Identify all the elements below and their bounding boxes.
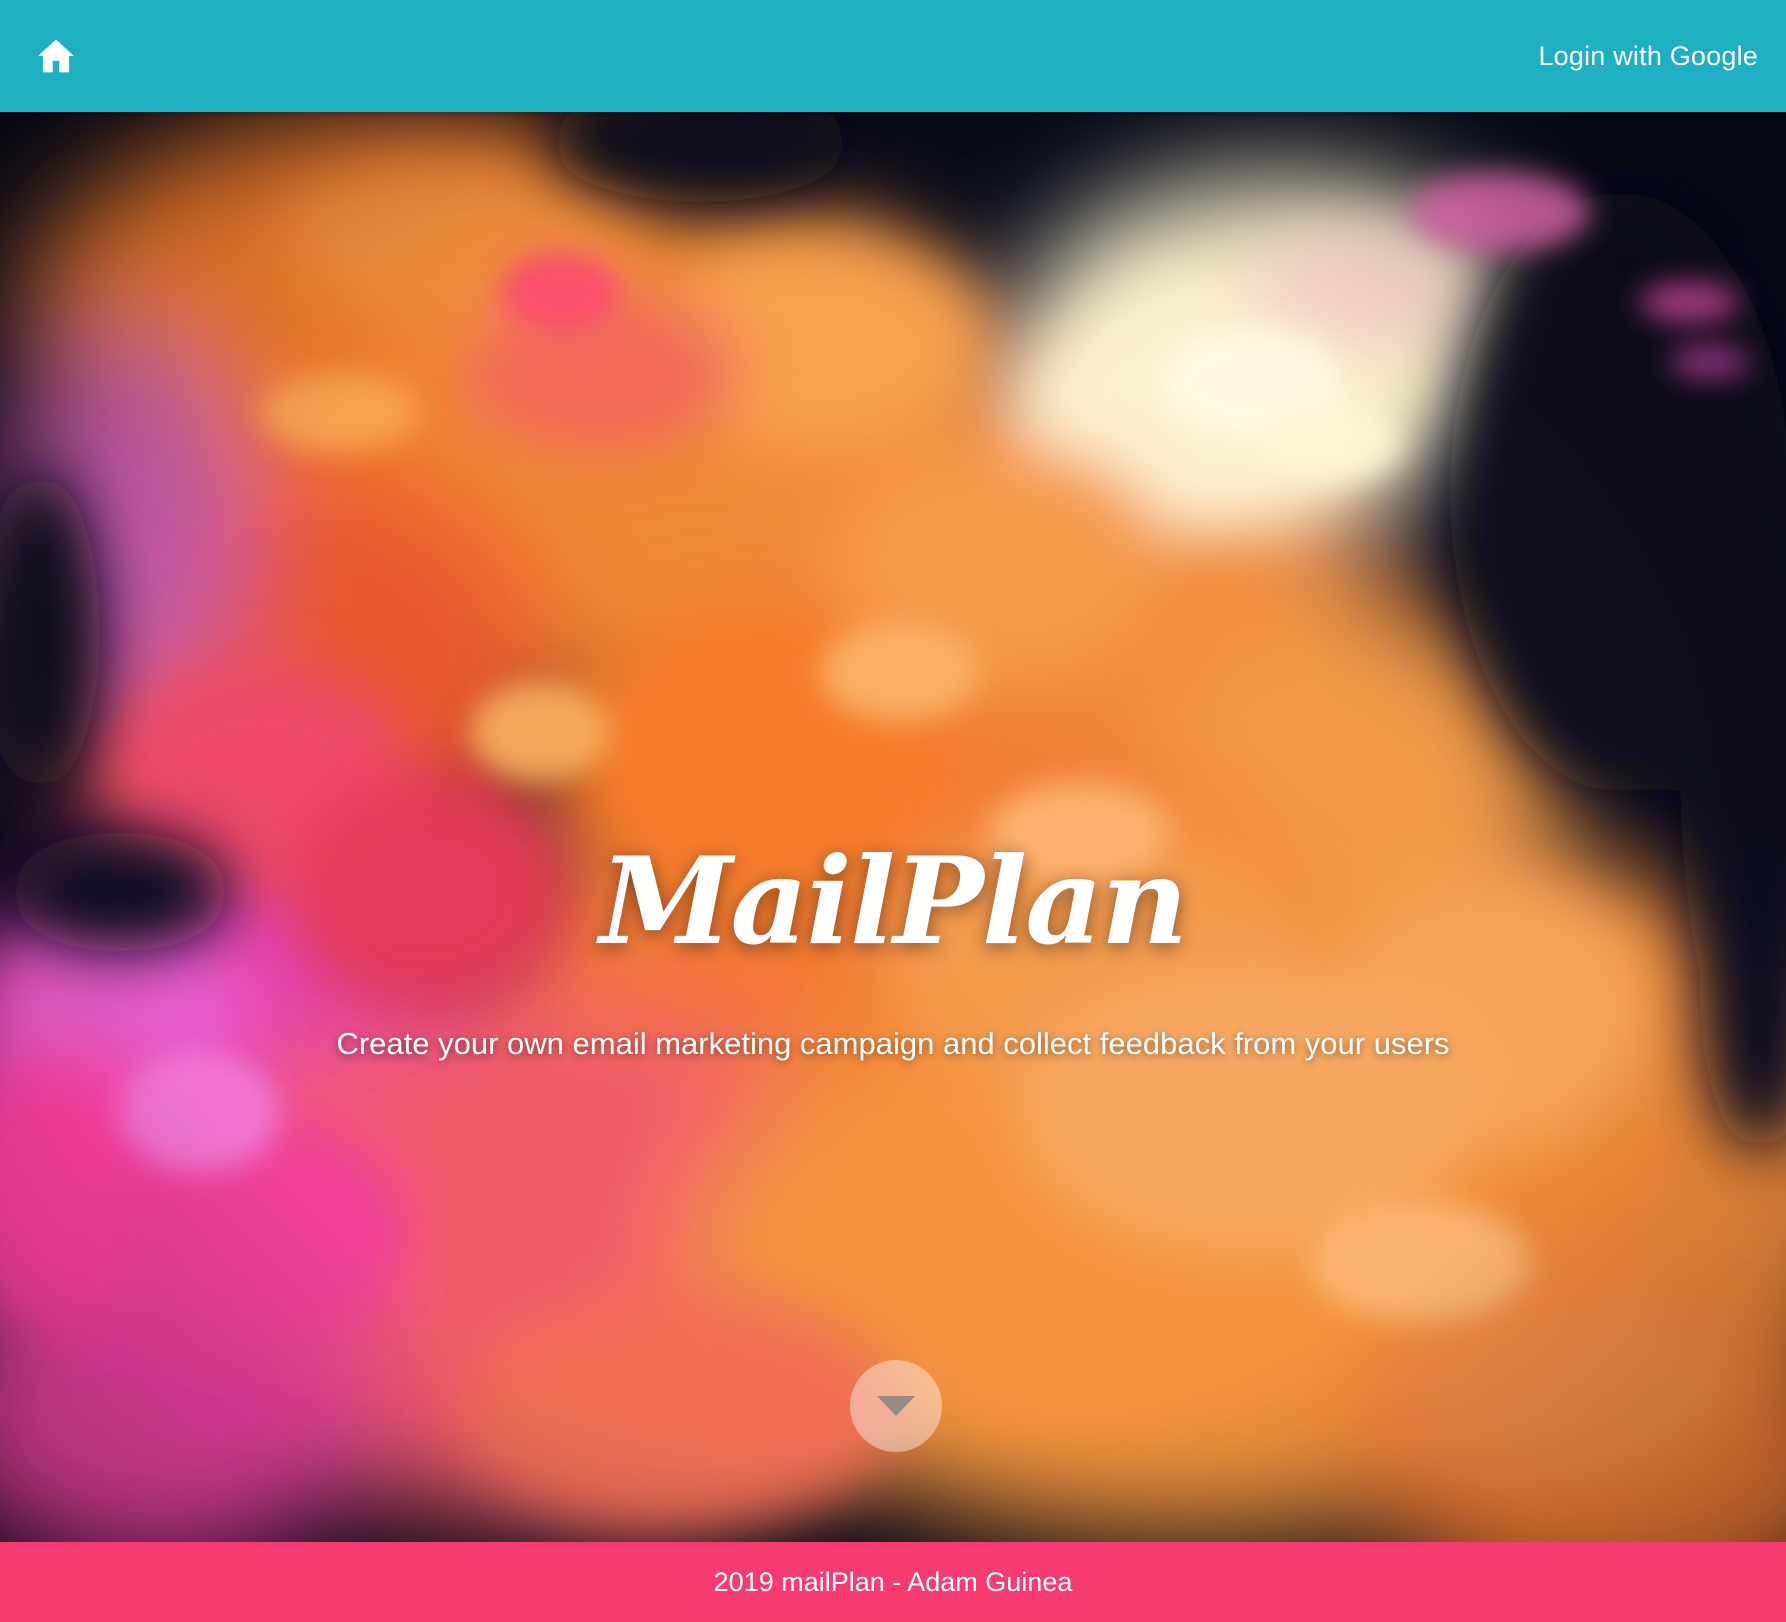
login-with-google-link[interactable]: Login with Google [1538, 41, 1758, 72]
hero-section: MailPlan Create your own email marketing… [0, 112, 1786, 1542]
hero-content: MailPlan Create your own email marketing… [0, 112, 1786, 1542]
landing-page: Login with Google MailPlan Create your o… [0, 0, 1786, 1622]
top-navbar: Login with Google [0, 0, 1786, 112]
scroll-down-button[interactable] [850, 1360, 942, 1452]
hero-tagline: Create your own email marketing campaign… [336, 1026, 1450, 1061]
home-button[interactable] [34, 34, 78, 78]
caret-down-icon [877, 1396, 915, 1416]
page-footer: 2019 mailPlan - Adam Guinea [0, 1542, 1786, 1622]
brand-title: MailPlan [599, 831, 1189, 972]
footer-text: 2019 mailPlan - Adam Guinea [713, 1566, 1073, 1597]
home-icon [38, 39, 74, 73]
